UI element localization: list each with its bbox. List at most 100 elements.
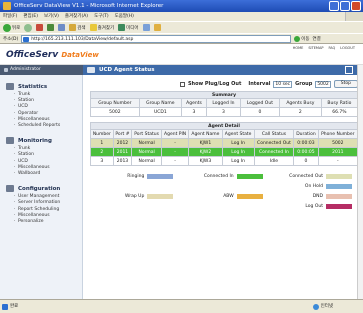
table-cell: Normal bbox=[131, 138, 163, 148]
legend-label: Wrap Up bbox=[125, 194, 145, 199]
col-logged-out: Logged Out bbox=[239, 98, 280, 108]
page-done-icon bbox=[2, 304, 8, 310]
col-group-name: Group Name bbox=[138, 98, 182, 108]
browser-toolbar: 뒤로 검색 즐겨찾기 미디어 bbox=[0, 21, 363, 33]
table-cell: 0:00:03 bbox=[293, 138, 319, 148]
media-button[interactable]: 미디어 bbox=[118, 24, 139, 31]
back-label: 뒤로 bbox=[12, 25, 21, 31]
monitoring-icon bbox=[6, 137, 14, 145]
logout-link[interactable]: LOGOUT bbox=[340, 46, 355, 50]
table-cell: Log In bbox=[221, 138, 255, 148]
back-button[interactable]: 뒤로 bbox=[3, 23, 21, 32]
agent-detail-table: Agent Detail Number Port # Port Status A… bbox=[90, 122, 359, 166]
favorites-button[interactable]: 즐겨찾기 bbox=[89, 24, 114, 31]
history-icon[interactable] bbox=[142, 24, 150, 31]
table-cell: 2012 bbox=[112, 138, 133, 148]
legend-label: Ringing bbox=[127, 174, 145, 179]
search-icon bbox=[69, 24, 77, 31]
security-zone: 인터넷 bbox=[312, 300, 333, 313]
menu-tools[interactable]: 도구(T) bbox=[94, 12, 109, 21]
table-row[interactable]: 3 2013 Normal - KJW3 Log In Idle 0 - bbox=[90, 156, 359, 166]
sidebar-item-mon-wallboard[interactable]: Wallboard bbox=[6, 171, 82, 177]
url-field[interactable]: http://165.213.111.103/DataView/default.… bbox=[21, 34, 292, 43]
go-button[interactable]: 이동 bbox=[294, 35, 310, 42]
detail-caption: Agent Detail bbox=[90, 122, 358, 130]
legend-label: Connected In bbox=[203, 174, 234, 179]
stop-icon[interactable] bbox=[36, 24, 44, 31]
app-logo: OfficeServ DataView bbox=[6, 50, 99, 60]
table-cell: 66.7% bbox=[320, 107, 359, 117]
table-cell: Log In bbox=[221, 147, 255, 157]
search-label: 검색 bbox=[77, 25, 86, 31]
controls-row: Show Plug/Log Out Interval 10 sec Group … bbox=[90, 79, 358, 89]
col-agent-pin: Agent PIN bbox=[161, 129, 190, 139]
close-button[interactable] bbox=[351, 1, 361, 11]
menu-file[interactable]: 파일(F) bbox=[3, 12, 17, 21]
show-plug-checkbox[interactable] bbox=[179, 81, 185, 87]
address-label: 주소(D) bbox=[3, 36, 19, 42]
table-cell: Log In bbox=[221, 156, 255, 166]
logo-main: OfficeServ bbox=[6, 50, 59, 60]
statistics-title[interactable]: Statistics bbox=[6, 83, 82, 90]
configuration-group: Configuration User Management Server Inf… bbox=[6, 185, 82, 225]
detail-header-row: Number Port # Port Status Agent PIN Agen… bbox=[90, 129, 359, 139]
table-cell: Idle bbox=[253, 156, 295, 166]
interval-select[interactable]: 10 sec bbox=[273, 80, 293, 88]
table-row[interactable]: 1 2012 Normal - KJW1 Log In Connected Ou… bbox=[90, 138, 359, 148]
refresh-icon[interactable] bbox=[47, 24, 55, 31]
monitoring-title[interactable]: Monitoring bbox=[6, 137, 82, 145]
legend-item: DND bbox=[269, 194, 358, 199]
menu-edit[interactable]: 편집(E) bbox=[23, 12, 38, 21]
table-cell: 2011 bbox=[317, 147, 359, 157]
search-button[interactable]: 검색 bbox=[69, 24, 86, 31]
col-port: Port # bbox=[112, 129, 133, 139]
star-icon bbox=[89, 24, 97, 31]
table-cell: 3 bbox=[180, 107, 208, 117]
mail-icon[interactable] bbox=[153, 24, 161, 31]
back-arrow-icon bbox=[3, 23, 11, 32]
home-icon[interactable] bbox=[58, 24, 66, 31]
summary-row: 5002 UCD1 3 3 0 2 66.7% bbox=[90, 107, 359, 117]
col-busy-ratio: Busy Ratio bbox=[320, 98, 359, 108]
table-cell: KJW3 bbox=[188, 156, 223, 166]
sidebar-item-stat-scheduled[interactable]: Scheduled Reports bbox=[6, 123, 82, 129]
statistics-icon bbox=[6, 83, 14, 90]
maximize-button[interactable] bbox=[340, 1, 350, 11]
minimize-button[interactable] bbox=[329, 1, 339, 11]
legend-swatch bbox=[326, 184, 352, 189]
faq-link[interactable]: FAQ bbox=[328, 46, 335, 50]
url-text: http://165.213.111.103/DataView/default.… bbox=[31, 36, 134, 42]
legend-label: DND bbox=[312, 194, 323, 199]
table-cell: 3 bbox=[206, 107, 241, 117]
legend-label: Connected Out bbox=[289, 174, 323, 179]
window-mini-icon[interactable] bbox=[345, 66, 353, 74]
section-title-bar: UCD Agent Status bbox=[83, 65, 363, 75]
links-label[interactable]: 연결 bbox=[313, 36, 321, 42]
menu-view[interactable]: 보기(V) bbox=[44, 12, 59, 21]
table-cell: KJW1 bbox=[188, 138, 223, 148]
table-row[interactable]: 2 2011 Normal - KJW2 Log In Connected In… bbox=[90, 147, 359, 157]
monitoring-label: Monitoring bbox=[18, 137, 52, 144]
legend-item: On Hold bbox=[269, 184, 358, 189]
legend-item: Log Out bbox=[269, 204, 358, 209]
menu-help[interactable]: 도움말(H) bbox=[115, 12, 134, 21]
legend-swatch bbox=[326, 194, 352, 199]
sidebar-item-personalize[interactable]: Personalize bbox=[6, 219, 82, 225]
legend-item: Ringing bbox=[90, 174, 179, 179]
vertical-scrollbar[interactable] bbox=[357, 65, 363, 299]
sitemap-link[interactable]: SITEMAP bbox=[308, 46, 323, 50]
table-cell: 2 bbox=[90, 147, 114, 157]
forward-button[interactable] bbox=[24, 23, 33, 32]
menu-favorites[interactable]: 즐겨찾기(A) bbox=[65, 12, 88, 21]
configuration-title[interactable]: Configuration bbox=[6, 185, 82, 193]
stop-button[interactable]: Stop bbox=[333, 80, 358, 88]
table-cell: Normal bbox=[131, 156, 163, 166]
group-select[interactable]: 5002 bbox=[315, 80, 331, 88]
monitor-icon bbox=[87, 67, 95, 73]
statistics-label: Statistics bbox=[18, 83, 48, 90]
table-cell: 5002 bbox=[317, 138, 359, 148]
configuration-icon bbox=[6, 185, 14, 193]
home-link[interactable]: HOME bbox=[293, 46, 304, 50]
col-phone-number: Phone Number bbox=[317, 129, 359, 139]
table-cell: 2013 bbox=[112, 156, 133, 166]
